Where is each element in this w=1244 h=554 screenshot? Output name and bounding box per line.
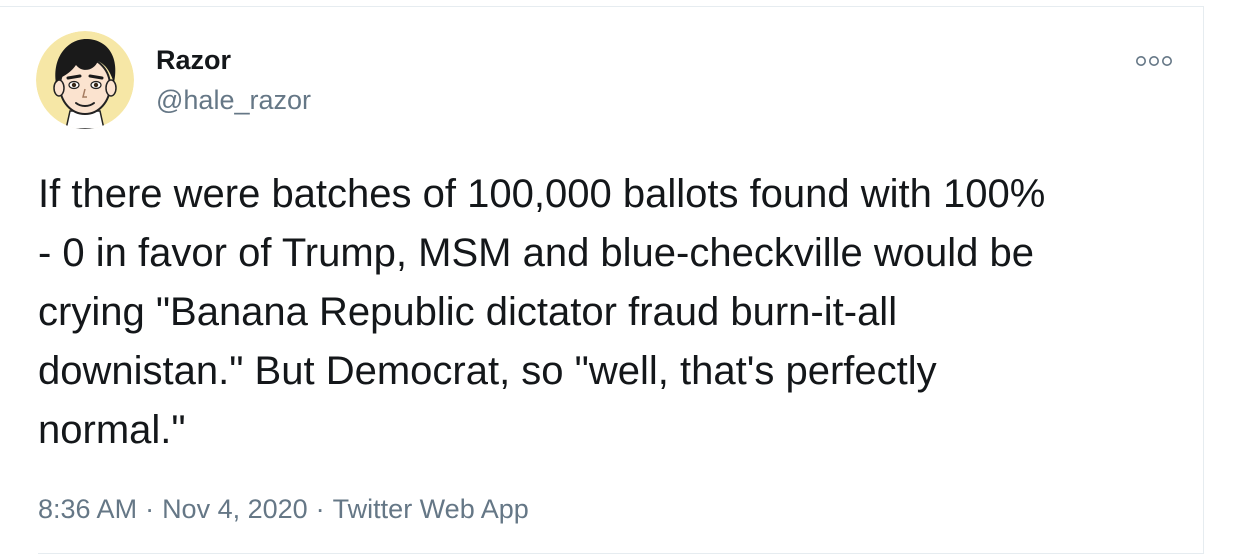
author-handle[interactable]: @hale_razor — [156, 83, 311, 117]
tweet-date[interactable]: Nov 4, 2020 — [162, 494, 308, 524]
more-options-button[interactable] — [1132, 49, 1176, 73]
meta-separator: · — [145, 494, 155, 524]
tweet-source[interactable]: Twitter Web App — [333, 494, 529, 524]
tweet-meta: 8:36 AM · Nov 4, 2020 · Twitter Web App — [38, 491, 529, 527]
tweet-text: If there were batches of 100,000 ballots… — [38, 172, 1046, 452]
cartoon-avatar-icon — [36, 31, 134, 129]
avatar[interactable] — [36, 31, 134, 129]
tweet-time[interactable]: 8:36 AM — [38, 494, 137, 524]
more-options-icon — [1136, 56, 1172, 66]
meta-separator: · — [315, 494, 325, 524]
tweet-card: Razor @hale_razor If there were batches … — [0, 6, 1204, 554]
author-display-name[interactable]: Razor — [156, 43, 231, 77]
